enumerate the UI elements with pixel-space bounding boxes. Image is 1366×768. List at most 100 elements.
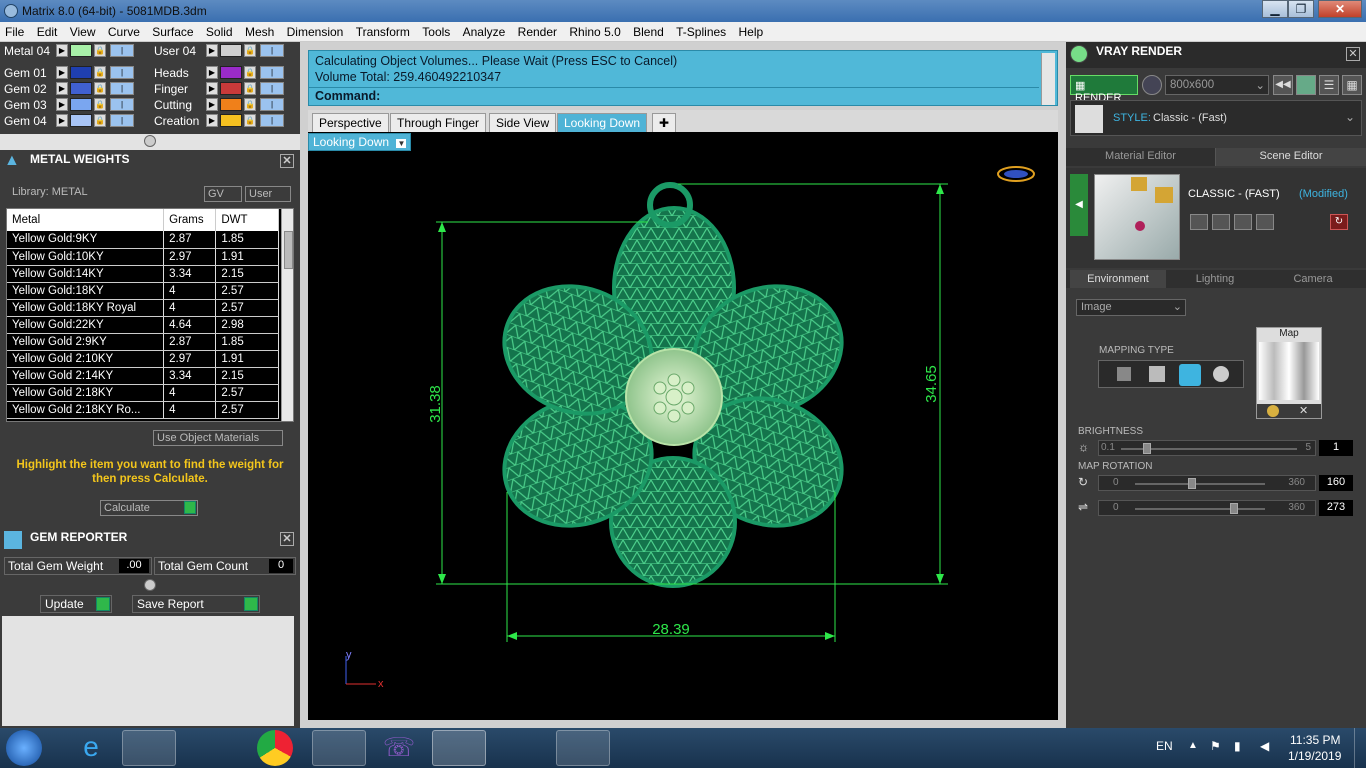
brightness-slider[interactable]: 0.1 5 — [1098, 440, 1316, 456]
close-icon[interactable]: ✕ — [1346, 47, 1360, 61]
brightness-value[interactable]: 1 — [1319, 440, 1353, 456]
menu-dimension[interactable]: Dimension — [282, 22, 348, 39]
layer-color-swatch[interactable] — [70, 66, 92, 79]
layer-toggle-icon[interactable]: ▶ — [206, 82, 218, 95]
list-icon[interactable]: ☰ — [1319, 75, 1339, 95]
paint-icon[interactable] — [494, 730, 548, 766]
bulb-icon[interactable]: | — [260, 82, 284, 95]
cube-map-icon[interactable] — [1149, 366, 1165, 382]
layer-toggle-icon[interactable]: ▶ — [206, 44, 218, 57]
matrix-app-icon[interactable] — [432, 730, 486, 766]
interactive-render-icon[interactable] — [1142, 75, 1162, 95]
style-select[interactable]: STYLE: Classic - (Fast) ⌄ — [1070, 100, 1362, 136]
layer-row[interactable]: Gem 04 ▶ 🔒 | — [0, 113, 150, 129]
save-as-icon[interactable] — [1212, 214, 1230, 230]
menu-solid[interactable]: Solid — [201, 22, 237, 39]
layer-toggle-icon[interactable]: ▶ — [206, 66, 218, 79]
viewport[interactable]: Looking Down ▼ 31.38 34.65 28.39 y x — [308, 132, 1058, 720]
layer-color-swatch[interactable] — [220, 66, 242, 79]
collapse-toggle-icon[interactable] — [144, 135, 156, 147]
close-icon[interactable]: ✕ — [280, 154, 294, 168]
layer-color-swatch[interactable] — [70, 44, 92, 57]
tab-side-view[interactable]: Side View — [489, 113, 557, 132]
layer-row[interactable]: Gem 03 ▶ 🔒 | — [0, 97, 150, 113]
lock-icon[interactable]: 🔒 — [244, 44, 256, 57]
grid-icon[interactable]: ▦ — [1342, 75, 1362, 95]
show-desktop-button[interactable] — [1354, 728, 1366, 768]
bulb-icon[interactable]: | — [260, 66, 284, 79]
map-remove-icon[interactable]: ✕ — [1299, 404, 1308, 417]
bulb-icon[interactable]: | — [260, 44, 284, 57]
environment-type-select[interactable]: Image ⌄ — [1076, 299, 1186, 316]
column-header[interactable]: Metal — [7, 209, 165, 231]
layer-color-swatch[interactable] — [70, 98, 92, 111]
layer-row[interactable]: Creation ▶ 🔒 | — [150, 113, 300, 129]
bulb-icon[interactable]: | — [110, 44, 134, 57]
layer-toggle-icon[interactable]: ▶ — [56, 66, 68, 79]
lock-icon[interactable]: 🔒 — [244, 82, 256, 95]
collapse-toggle-icon[interactable] — [144, 579, 156, 591]
rotation-h-slider[interactable]: 0 360 — [1098, 475, 1316, 491]
map-slot[interactable]: Map ✕ — [1256, 327, 1322, 419]
maximize-button[interactable]: ❐ — [1288, 0, 1314, 18]
menu-transform[interactable]: Transform — [351, 22, 414, 39]
menu-render[interactable]: Render — [513, 22, 561, 39]
map-color-icon[interactable] — [1267, 405, 1279, 417]
volume-icon[interactable]: ◀ — [1260, 739, 1269, 753]
rotation-h-value[interactable]: 160 — [1319, 475, 1353, 491]
lock-icon[interactable]: 🔒 — [94, 66, 106, 79]
lock-icon[interactable]: 🔒 — [244, 98, 256, 111]
use-object-materials-toggle[interactable]: Use Object Materials — [153, 430, 283, 446]
layer-row[interactable]: Metal 04 ▶ 🔒 | — [0, 43, 150, 59]
tab-through-finger[interactable]: Through Finger — [390, 113, 487, 132]
file-explorer-icon[interactable] — [122, 730, 176, 766]
app-icon[interactable] — [312, 730, 366, 766]
bulb-icon[interactable]: | — [110, 114, 134, 127]
menu-help[interactable]: Help — [734, 22, 768, 39]
table-row[interactable]: Yellow Gold:10KY 2.97 1.91 — [7, 248, 279, 266]
menu-tsplines[interactable]: T-Splines — [671, 22, 730, 39]
cylinder-map-icon[interactable] — [1179, 364, 1201, 386]
layer-row[interactable]: User 04 ▶ 🔒 | — [150, 43, 300, 59]
layer-color-swatch[interactable] — [220, 114, 242, 127]
bulb-icon[interactable]: | — [260, 114, 284, 127]
rotation-v-value[interactable]: 273 — [1319, 500, 1353, 516]
rewind-icon[interactable]: ◀◀ — [1273, 75, 1293, 95]
layer-row[interactable]: Gem 01 ▶ 🔒 | — [0, 65, 150, 81]
menu-surface[interactable]: Surface — [147, 22, 197, 39]
menu-analyze[interactable]: Analyze — [458, 22, 510, 39]
calculate-button[interactable]: Calculate — [100, 500, 198, 516]
menu-rhino[interactable]: Rhino 5.0 — [564, 22, 624, 39]
layout-icon[interactable] — [1296, 75, 1316, 95]
command-scrollbar[interactable] — [1041, 53, 1055, 105]
planar-map-icon[interactable] — [1117, 367, 1131, 381]
save-report-button[interactable]: Save Report — [132, 595, 260, 613]
table-row[interactable]: Yellow Gold:18KY 4 2.57 — [7, 282, 279, 300]
menu-mesh[interactable]: Mesh — [240, 22, 278, 39]
viber-icon[interactable]: ☏ — [372, 730, 426, 766]
internet-explorer-icon[interactable]: e — [64, 730, 118, 766]
lock-icon[interactable]: 🔒 — [94, 82, 106, 95]
layer-row[interactable]: Gem 02 ▶ 🔒 | — [0, 81, 150, 97]
lock-icon[interactable]: 🔒 — [94, 44, 106, 57]
slider-thumb[interactable] — [1229, 503, 1238, 514]
slider-thumb[interactable] — [1143, 443, 1152, 454]
table-row[interactable]: Yellow Gold 2:14KY 3.34 2.15 — [7, 367, 279, 385]
column-header[interactable]: Grams — [163, 209, 217, 231]
tab-lighting[interactable]: Lighting — [1166, 270, 1264, 288]
close-icon[interactable]: ✕ — [280, 532, 294, 546]
media-player-icon[interactable] — [182, 730, 236, 766]
layer-toggle-icon[interactable]: ▶ — [56, 114, 68, 127]
clock-time[interactable]: 11:35 PM — [1290, 733, 1340, 747]
layer-toggle-icon[interactable]: ▶ — [56, 82, 68, 95]
rotation-v-slider[interactable]: 0 360 — [1098, 500, 1316, 516]
menu-view[interactable]: View — [65, 22, 100, 39]
layer-color-swatch[interactable] — [220, 82, 242, 95]
minimize-button[interactable]: ▁ — [1262, 0, 1288, 18]
layer-color-swatch[interactable] — [220, 44, 242, 57]
table-row[interactable]: Yellow Gold:18KY Royal 4 2.57 — [7, 299, 279, 317]
command-input-row[interactable]: Command: — [309, 87, 1039, 106]
resolution-select[interactable]: 800x600 ⌄ — [1165, 75, 1269, 95]
layer-row[interactable]: Heads ▶ 🔒 | — [150, 65, 300, 81]
bulb-icon[interactable]: | — [110, 98, 134, 111]
